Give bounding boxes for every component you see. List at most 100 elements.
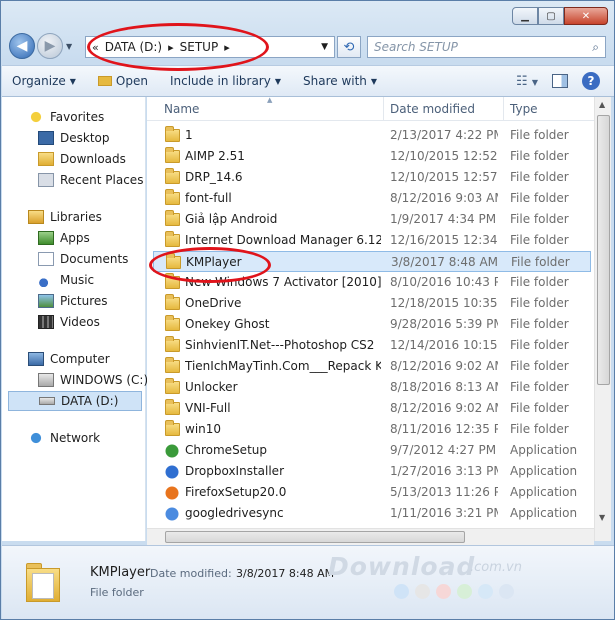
- folder-icon: [165, 294, 180, 310]
- file-type: Application: [510, 485, 578, 499]
- nav-item-libraries[interactable]: Libraries: [28, 207, 102, 227]
- application-icon: [164, 443, 180, 459]
- nav-item-videos[interactable]: Videos: [38, 312, 100, 332]
- file-type: Application: [510, 464, 578, 478]
- file-row[interactable]: DRP_14.6 12/10/2015 12:57 ... File folder: [153, 167, 591, 188]
- help-icon[interactable]: ?: [582, 72, 600, 90]
- file-name: VNI-Full: [185, 401, 231, 415]
- file-name: OneDrive: [185, 296, 242, 310]
- refresh-button[interactable]: ⟲: [337, 36, 361, 58]
- column-type[interactable]: Type: [510, 102, 538, 116]
- apps-icon: [38, 231, 54, 245]
- sort-ascending-icon: ▲: [267, 97, 273, 104]
- file-date-modified: 12/14/2016 10:15 ...: [390, 338, 498, 352]
- file-name: win10: [185, 422, 222, 436]
- file-row[interactable]: AIMP 2.51 12/10/2015 12:52 ... File folder: [153, 146, 591, 167]
- view-options-icon[interactable]: ☷ ▼: [516, 74, 538, 89]
- file-row[interactable]: ChromeSetup 9/7/2012 4:27 PM Application: [153, 440, 591, 461]
- file-date-modified: 9/28/2016 5:39 PM: [390, 317, 498, 331]
- nav-item-windows-c[interactable]: WINDOWS (C:): [38, 370, 148, 390]
- file-type: File folder: [511, 255, 570, 269]
- back-button[interactable]: ◀: [9, 33, 35, 59]
- file-row[interactable]: Unlocker 8/18/2016 8:13 AM File folder: [153, 377, 591, 398]
- file-row[interactable]: FirefoxSetup20.0 5/13/2013 11:26 PM Applic…: [153, 482, 591, 503]
- preview-pane-icon[interactable]: [552, 74, 568, 88]
- file-date-modified: 1/11/2016 3:21 PM: [390, 506, 498, 520]
- file-row[interactable]: OneDrive 12/18/2015 10:35 ... File folder: [153, 293, 591, 314]
- file-row[interactable]: Giả lập Android 1/9/2017 4:34 PM File fold…: [153, 209, 591, 230]
- vertical-scrollbar[interactable]: ▲ ▼: [594, 97, 611, 541]
- file-row[interactable]: VNI-Full 8/12/2016 9:02 AM File folder: [153, 398, 591, 419]
- horizontal-scroll-thumb[interactable]: [165, 531, 465, 543]
- file-name: TienIchMayTinh.Com___Repack KI...: [185, 359, 381, 373]
- search-icon[interactable]: ⌕: [592, 40, 599, 55]
- nav-item-documents[interactable]: Documents: [38, 249, 128, 269]
- file-date-modified: 8/10/2016 10:43 PM: [390, 275, 498, 289]
- file-name: font-full: [185, 191, 232, 205]
- column-date-modified[interactable]: Date modified: [390, 102, 475, 116]
- share-with-button[interactable]: Share with ▼: [303, 74, 377, 88]
- nav-item-downloads[interactable]: Downloads: [38, 149, 126, 169]
- nav-item-recent-places[interactable]: Recent Places: [38, 170, 143, 190]
- watermark-dots: [394, 584, 514, 599]
- nav-item-label: Videos: [60, 315, 100, 329]
- file-type: File folder: [510, 233, 569, 247]
- file-name: Onekey Ghost: [185, 317, 270, 331]
- scroll-up-icon[interactable]: ▲: [599, 100, 605, 109]
- scroll-down-icon[interactable]: ▼: [599, 513, 605, 522]
- file-date-modified: 8/11/2016 12:35 PM: [390, 422, 498, 436]
- music-icon: [38, 273, 54, 287]
- maximize-button[interactable]: ▢: [538, 7, 564, 25]
- file-name: googledrivesync: [185, 506, 284, 520]
- annotation-circle-address: [87, 23, 269, 71]
- file-row[interactable]: 1 2/13/2017 4:22 PM File folder: [153, 125, 591, 146]
- file-row[interactable]: SinhvienIT.Net---Photoshop CS2 12/14/2016…: [153, 335, 591, 356]
- file-date-modified: 12/16/2015 12:34 ...: [390, 233, 498, 247]
- column-divider[interactable]: [383, 97, 384, 121]
- file-type: File folder: [510, 170, 569, 184]
- file-date-modified: 3/8/2017 8:48 AM: [391, 255, 499, 269]
- pictures-icon: [38, 294, 54, 308]
- view-controls: ☷ ▼ ?: [516, 72, 600, 90]
- nav-item-desktop[interactable]: Desktop: [38, 128, 110, 148]
- nav-item-label: Favorites: [50, 110, 105, 124]
- nav-item-favorites[interactable]: Favorites: [28, 107, 104, 127]
- nav-item-apps[interactable]: Apps: [38, 228, 90, 248]
- file-type: File folder: [510, 401, 569, 415]
- horizontal-scrollbar[interactable]: [147, 528, 594, 545]
- vertical-scroll-thumb[interactable]: [597, 115, 610, 385]
- column-divider[interactable]: [503, 97, 504, 121]
- address-history-dropdown-icon[interactable]: ▼: [321, 42, 328, 52]
- file-name: DRP_14.6: [185, 170, 243, 184]
- desktop-icon: [38, 131, 54, 145]
- nav-item-music[interactable]: Music: [38, 270, 94, 290]
- nav-item-label: Network: [50, 431, 101, 445]
- file-date-modified: 1/9/2017 4:34 PM: [390, 212, 497, 226]
- forward-button[interactable]: ▶: [37, 33, 63, 59]
- nav-item-data-d[interactable]: DATA (D:): [8, 391, 142, 411]
- search-input[interactable]: Search SETUP ⌕: [367, 36, 606, 58]
- minimize-button[interactable]: ▁: [512, 7, 538, 25]
- file-name: Unlocker: [185, 380, 238, 394]
- recent-pages-dropdown-icon[interactable]: ▼: [66, 42, 72, 51]
- open-button[interactable]: Open: [97, 74, 148, 88]
- file-row[interactable]: DropboxInstaller 1/27/2016 3:13 PM Applica…: [153, 461, 591, 482]
- close-button[interactable]: ✕: [564, 7, 608, 25]
- file-row[interactable]: win10 8/11/2016 12:35 PM File folder: [153, 419, 591, 440]
- details-item-name: KMPlayer: [90, 565, 151, 580]
- folder-icon: [165, 147, 180, 163]
- file-row[interactable]: Onekey Ghost 9/28/2016 5:39 PM File folder: [153, 314, 591, 335]
- nav-item-pictures[interactable]: Pictures: [38, 291, 108, 311]
- file-type: File folder: [510, 191, 569, 205]
- column-name[interactable]: Name: [164, 102, 199, 116]
- nav-item-network[interactable]: Network: [28, 428, 100, 448]
- nav-item-computer[interactable]: Computer: [28, 349, 110, 369]
- file-date-modified: 8/12/2016 9:02 AM: [390, 359, 498, 373]
- file-type: File folder: [510, 212, 569, 226]
- file-row[interactable]: TienIchMayTinh.Com___Repack KI... 8/12/20…: [153, 356, 591, 377]
- file-row[interactable]: font-full 8/12/2016 9:03 AM File folder: [153, 188, 591, 209]
- application-icon: [164, 464, 180, 480]
- include-in-library-button[interactable]: Include in library ▼: [170, 74, 281, 88]
- organize-button[interactable]: Organize ▼: [12, 74, 76, 88]
- file-row[interactable]: googledrivesync 1/11/2016 3:21 PM Applicat…: [153, 503, 591, 524]
